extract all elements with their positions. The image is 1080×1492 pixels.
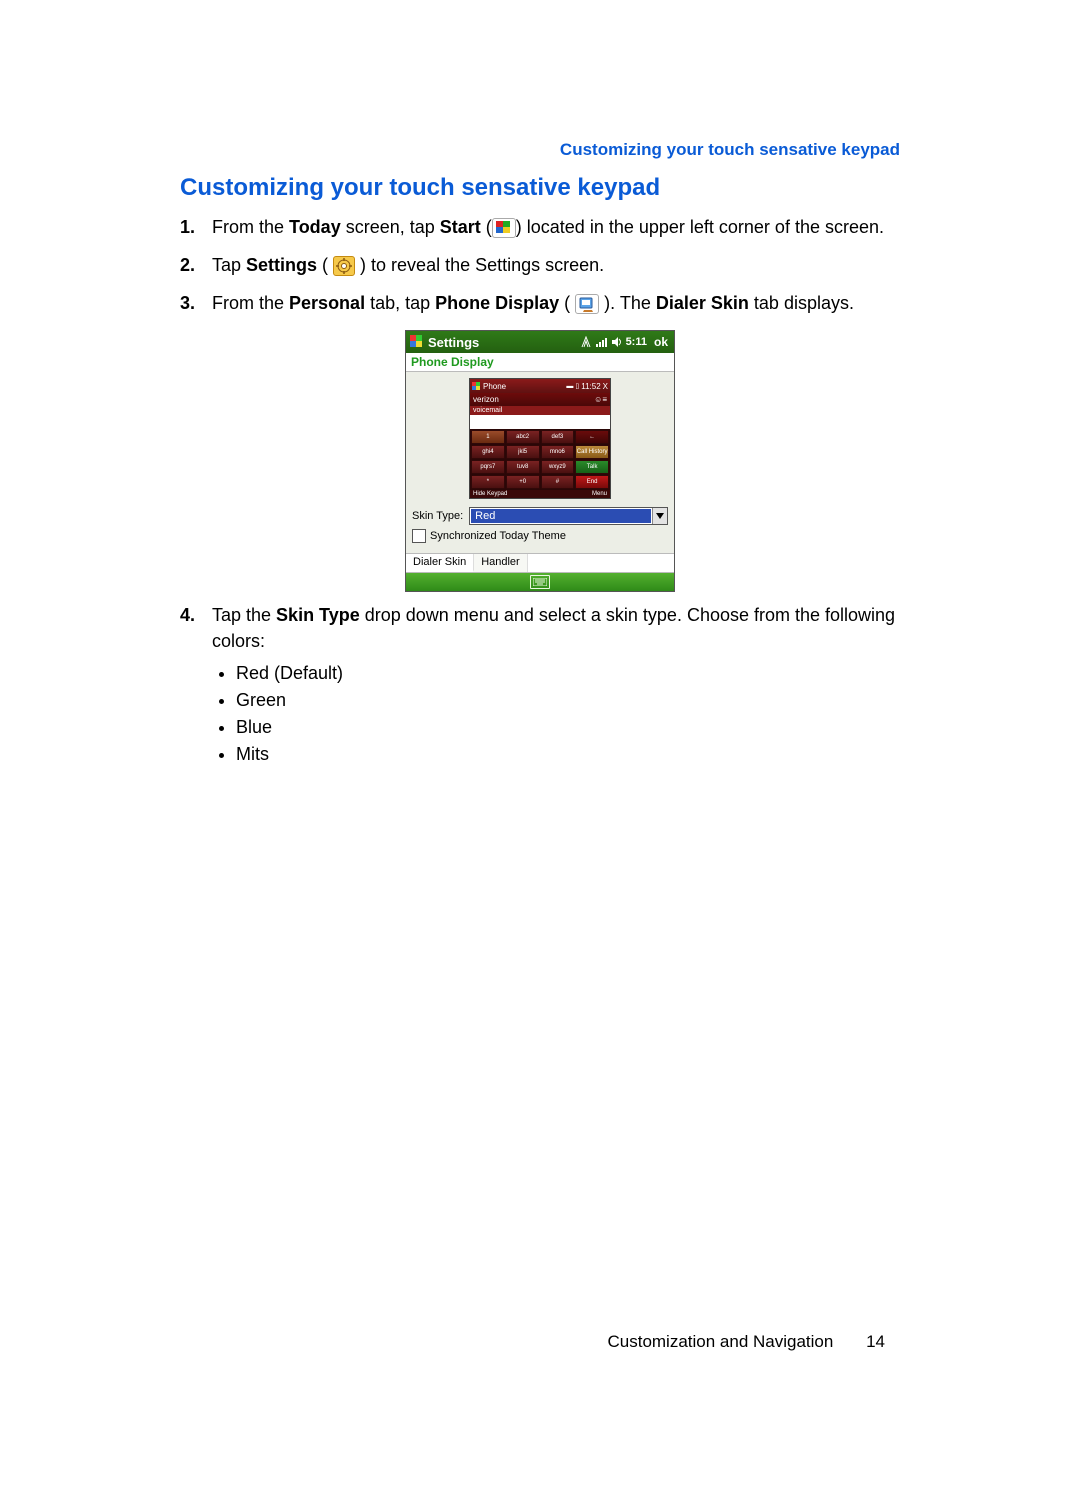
preview-number-display [470, 415, 610, 429]
text: ). The [599, 293, 656, 313]
start-flag-icon [472, 382, 481, 391]
start-flag-icon [492, 218, 516, 238]
step-1: From the Today screen, tap Start ( ) loca… [180, 214, 900, 240]
text: From the [212, 293, 289, 313]
skin-type-selected-value: Red [471, 509, 651, 523]
window-titlebar: Settings 5:11 ok [406, 331, 674, 353]
text: ( [317, 255, 333, 275]
sync-theme-checkbox[interactable] [412, 529, 426, 543]
dialer-preview: Phone ▬ ▯ 11:52 X verizon ☺≡ voicemail 1 [469, 378, 611, 499]
preview-titlebar: Phone ▬ ▯ 11:52 X [470, 379, 610, 393]
key-4: ghi4 [471, 445, 505, 459]
softkey-left: Hide Keypad [473, 491, 507, 497]
key-2: abc2 [506, 430, 540, 444]
ok-button[interactable]: ok [652, 335, 670, 349]
window-title: Settings [428, 335, 479, 350]
page-header-topic: Customizing your touch sensative keypad [180, 140, 900, 160]
key-5: jkl5 [506, 445, 540, 459]
tab-handler[interactable]: Handler [474, 554, 528, 572]
key-backspace: ← [575, 430, 609, 444]
preview-voicemail-label: voicemail [470, 406, 610, 415]
page-footer: Customization and Navigation 14 [607, 1332, 885, 1352]
preview-operator-bar: verizon ☺≡ [470, 393, 610, 406]
skin-type-dropdown[interactable]: Red [469, 507, 668, 525]
preview-time: 11:52 [581, 382, 600, 391]
preview-keypad: 1 abc2 def3 ← ghi4 jkl5 mno6 Call Histor… [470, 429, 610, 490]
form-area: Skin Type: Red Synchronized Today Theme [406, 503, 674, 553]
page-number: 14 [866, 1332, 885, 1351]
key-8: tuv8 [506, 460, 540, 474]
key-talk: Talk [575, 460, 609, 474]
instruction-list-cont: Tap the Skin Type drop down menu and sel… [180, 602, 900, 768]
preview-title: Phone [483, 382, 506, 391]
start-flag-icon[interactable] [410, 335, 424, 349]
preview-signal-icon: ▬ ▯ [566, 382, 579, 390]
text: ( [559, 293, 575, 313]
text: tab, tap [365, 293, 435, 313]
dialer-skin-bold: Dialer Skin [656, 293, 749, 313]
skin-type-bold: Skin Type [276, 605, 360, 625]
key-7: pqrs7 [471, 460, 505, 474]
option-mits: Mits [236, 741, 900, 768]
preview-softkey-bar: Hide Keypad Menu [470, 490, 610, 498]
clock-time: 5:11 [626, 336, 647, 348]
signal-icon [596, 336, 608, 348]
key-0: +0 [506, 475, 540, 489]
operator-label: verizon [473, 395, 499, 404]
text: ) to reveal the Settings screen. [355, 255, 604, 275]
preview-close-icon: X [603, 382, 608, 391]
step-2: Tap Settings ( ) to reveal the Settings … [180, 252, 900, 278]
skin-preview-area: Phone ▬ ▯ 11:52 X verizon ☺≡ voicemail 1 [406, 372, 674, 503]
text: Tap [212, 255, 246, 275]
settings-gear-icon [333, 256, 355, 276]
phone-display-bold: Phone Display [435, 293, 559, 313]
key-1: 1 [471, 430, 505, 444]
settings-bold: Settings [246, 255, 317, 275]
section-heading: Customizing your touch sensative keypad [180, 174, 900, 202]
bottom-bar [406, 573, 674, 591]
option-red: Red (Default) [236, 660, 900, 687]
embedded-screenshot: Settings 5:11 ok Phone Display Phone [405, 330, 675, 592]
key-call-history: Call History [575, 445, 609, 459]
key-hash: # [541, 475, 575, 489]
phone-display-icon [575, 294, 599, 314]
tab-bar: Dialer Skin Handler [406, 553, 674, 573]
option-blue: Blue [236, 714, 900, 741]
instruction-list: From the Today screen, tap Start ( ) loca… [180, 214, 900, 316]
text: ) located in the upper left corner of th… [516, 217, 884, 237]
color-options-list: Red (Default) Green Blue Mits [236, 660, 900, 768]
skin-type-label: Skin Type: [412, 510, 463, 522]
step-3: From the Personal tab, tap Phone Display… [180, 290, 900, 316]
today-bold: Today [289, 217, 341, 237]
text: Tap the [212, 605, 276, 625]
volume-icon [611, 336, 623, 348]
key-end: End [575, 475, 609, 489]
tab-dialer-skin[interactable]: Dialer Skin [406, 554, 474, 572]
screen-subtitle: Phone Display [406, 353, 674, 372]
option-green: Green [236, 687, 900, 714]
footer-section-name: Customization and Navigation [607, 1332, 833, 1351]
personal-bold: Personal [289, 293, 365, 313]
key-star: * [471, 475, 505, 489]
key-9: wxyz9 [541, 460, 575, 474]
keyboard-icon[interactable] [530, 575, 550, 589]
text: tab displays. [749, 293, 854, 313]
connection-icon [581, 336, 593, 348]
key-3: def3 [541, 430, 575, 444]
key-6: mno6 [541, 445, 575, 459]
contacts-icon: ☺≡ [594, 395, 607, 404]
text: screen, tap [341, 217, 440, 237]
chevron-down-icon[interactable] [652, 508, 667, 524]
text: From the [212, 217, 289, 237]
step-4: Tap the Skin Type drop down menu and sel… [180, 602, 900, 768]
sync-theme-label: Synchronized Today Theme [430, 530, 566, 542]
status-area: 5:11 [581, 336, 647, 348]
text: ( [481, 217, 492, 237]
softkey-right: Menu [592, 491, 607, 497]
start-bold: Start [440, 217, 481, 237]
